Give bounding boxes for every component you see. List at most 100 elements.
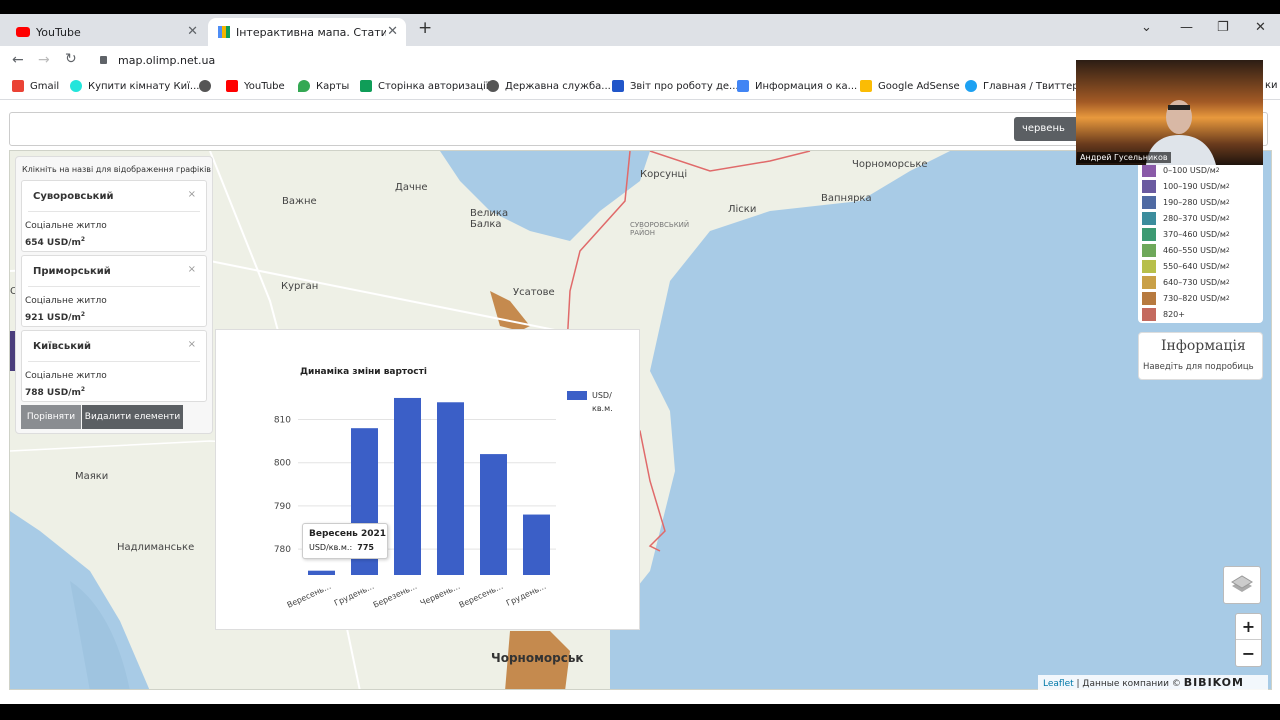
- panel-hint: Клікніть на назві для відображення графі…: [22, 165, 211, 174]
- legend-swatch: [1142, 307, 1156, 321]
- olx-icon: [70, 80, 82, 92]
- tab-search-icon[interactable]: ⌄: [1141, 20, 1152, 35]
- tab-map[interactable]: Інтерактивна мапа. Статистичн ✕: [208, 18, 406, 46]
- delete-elements-button[interactable]: Видалити елементи: [82, 405, 183, 429]
- legend-item: 100–190 USD/м 2: [1142, 179, 1230, 193]
- legend-sup: 2: [1225, 246, 1230, 254]
- housing-type: Соціальне житло: [25, 296, 107, 306]
- price-legend: 0–100 USD/м 2 100–190 USD/м 2 190–280 USD/м 2…: [1138, 157, 1263, 323]
- map-label: Курган: [281, 281, 319, 292]
- close-icon[interactable]: ×: [188, 189, 196, 200]
- close-tab-icon[interactable]: ✕: [387, 24, 398, 39]
- x-tick-label: Вересень...: [458, 582, 505, 610]
- legend-sup: 2: [1215, 166, 1220, 174]
- price-value: 921 USD/m2: [25, 311, 86, 323]
- legend-swatch: [1142, 195, 1156, 209]
- bookmark-tail[interactable]: ки: [1265, 80, 1278, 91]
- date-select-button[interactable]: червень 2022: [1014, 117, 1084, 158]
- person-silhouette: [1146, 100, 1216, 165]
- bookmark-report[interactable]: Звіт про роботу де...: [612, 80, 739, 92]
- legend-swatch: [1142, 259, 1156, 273]
- legend-item: 190–280 USD/м 2: [1142, 195, 1230, 209]
- url-field[interactable]: map.olimp.net.ua: [118, 54, 215, 67]
- bookmark-info[interactable]: Информация о ка...: [737, 80, 857, 92]
- bookmark-gmail[interactable]: Gmail: [12, 80, 59, 92]
- bookmark-olx[interactable]: Купити кімнату Киї...: [70, 80, 199, 92]
- bookmark-state-service[interactable]: Державна служба...: [487, 80, 611, 92]
- bookmark-globe[interactable]: [199, 80, 217, 92]
- tab-title: YouTube: [36, 25, 81, 39]
- district-name[interactable]: Київський: [33, 341, 91, 352]
- legend-label: кв.м.: [592, 404, 613, 413]
- legend-item: 370–460 USD/м 2: [1142, 227, 1230, 241]
- x-tick-label: Грудень...: [333, 582, 376, 608]
- map-label: Усатове: [513, 287, 555, 298]
- map-label: Надлиманське: [117, 542, 195, 553]
- tab-strip: YouTube ✕ Інтерактивна мапа. Статистичн …: [0, 14, 1280, 46]
- legend-sup: 2: [1225, 214, 1230, 222]
- sheet-icon: [360, 80, 372, 92]
- close-window-icon[interactable]: ✕: [1255, 20, 1266, 35]
- legend-label: 0–100 USD/м: [1163, 165, 1216, 175]
- info-hint: Наведіть для подробиць: [1143, 362, 1254, 372]
- trident-icon: [612, 80, 624, 92]
- legend-label: 100–190 USD/м: [1163, 181, 1226, 191]
- district-name[interactable]: Приморський: [33, 266, 111, 277]
- bookmark-maps[interactable]: Карты: [298, 80, 349, 92]
- legend-sup: 2: [1225, 294, 1230, 302]
- price-value: 788 USD/m2: [25, 386, 86, 398]
- compare-button[interactable]: Порівняти: [21, 405, 81, 429]
- district-card[interactable]: Київський × Соціальне житло 788 USD/m2: [21, 330, 207, 402]
- price-chart: Динаміка зміни вартості 780 790 800 810 Верес…: [274, 366, 613, 610]
- back-icon[interactable]: ←: [12, 52, 24, 68]
- map-label: СУВОРОВСЬКИЙ РАЙОН: [630, 221, 690, 237]
- price-value: 654 USD/m2: [25, 236, 86, 248]
- bookmark-adsense[interactable]: Google AdSense: [860, 80, 960, 92]
- maximize-icon[interactable]: ❐: [1217, 20, 1229, 35]
- bottom-letterbox: [0, 704, 1280, 720]
- district-card[interactable]: Приморський × Соціальне житло 921 USD/m2: [21, 255, 207, 327]
- bookmark-auth[interactable]: Сторінка авторизації: [360, 80, 489, 92]
- compare-panel: Клікніть на назві для відображення графі…: [15, 156, 213, 434]
- district-card[interactable]: Суворовський × Соціальне житло 654 USD/m…: [21, 180, 207, 252]
- legend-swatch: [1142, 243, 1156, 257]
- close-icon[interactable]: ×: [188, 339, 196, 350]
- divider: [28, 286, 200, 287]
- tab-youtube[interactable]: YouTube ✕: [6, 18, 206, 46]
- new-tab-button[interactable]: +: [418, 18, 432, 38]
- minimize-icon[interactable]: —: [1180, 20, 1193, 35]
- legend-swatch: [1142, 275, 1156, 289]
- layers-button[interactable]: [1223, 566, 1261, 604]
- tooltip-title: Вересень 2021: [309, 529, 387, 539]
- map-label: Вапнярка: [821, 193, 872, 204]
- bookmark-youtube[interactable]: YouTube: [226, 80, 285, 92]
- district-name[interactable]: Суворовський: [33, 191, 113, 202]
- participant-name: Андрей Гусельников: [1077, 152, 1171, 163]
- map-label: Ліски: [728, 204, 757, 215]
- map-label: Дачне: [395, 182, 428, 193]
- zoom-control: + −: [1235, 613, 1262, 667]
- close-icon[interactable]: ×: [188, 264, 196, 275]
- map-label: Чорноморськ: [491, 651, 584, 665]
- bar: [437, 402, 464, 575]
- zoom-out-button[interactable]: −: [1236, 641, 1261, 667]
- legend-item: 640–730 USD/м 2: [1142, 275, 1230, 289]
- forward-icon[interactable]: →: [38, 52, 50, 68]
- globe-icon: [199, 80, 211, 92]
- reload-icon[interactable]: ↻: [65, 51, 77, 67]
- legend-item: 550–640 USD/м 2: [1142, 259, 1230, 273]
- legend-item: 820+: [1142, 307, 1185, 321]
- close-tab-icon[interactable]: ✕: [187, 24, 198, 39]
- map-label: Корсунці: [640, 169, 688, 180]
- bookmark-twitter[interactable]: Главная / Твиттер: [965, 80, 1079, 92]
- bar: [394, 397, 421, 575]
- map-label: Маяки: [75, 471, 109, 482]
- leaflet-link[interactable]: Leaflet: [1043, 679, 1074, 689]
- ads-icon: [737, 80, 749, 92]
- zoom-in-button[interactable]: +: [1236, 614, 1261, 640]
- legend-label: 280–370 USD/м: [1163, 213, 1226, 223]
- legend-sup: 2: [1225, 262, 1230, 270]
- chart-title: Динаміка зміни вартості: [300, 366, 427, 377]
- chart-icon: [218, 26, 230, 38]
- youtube-icon: [16, 27, 30, 37]
